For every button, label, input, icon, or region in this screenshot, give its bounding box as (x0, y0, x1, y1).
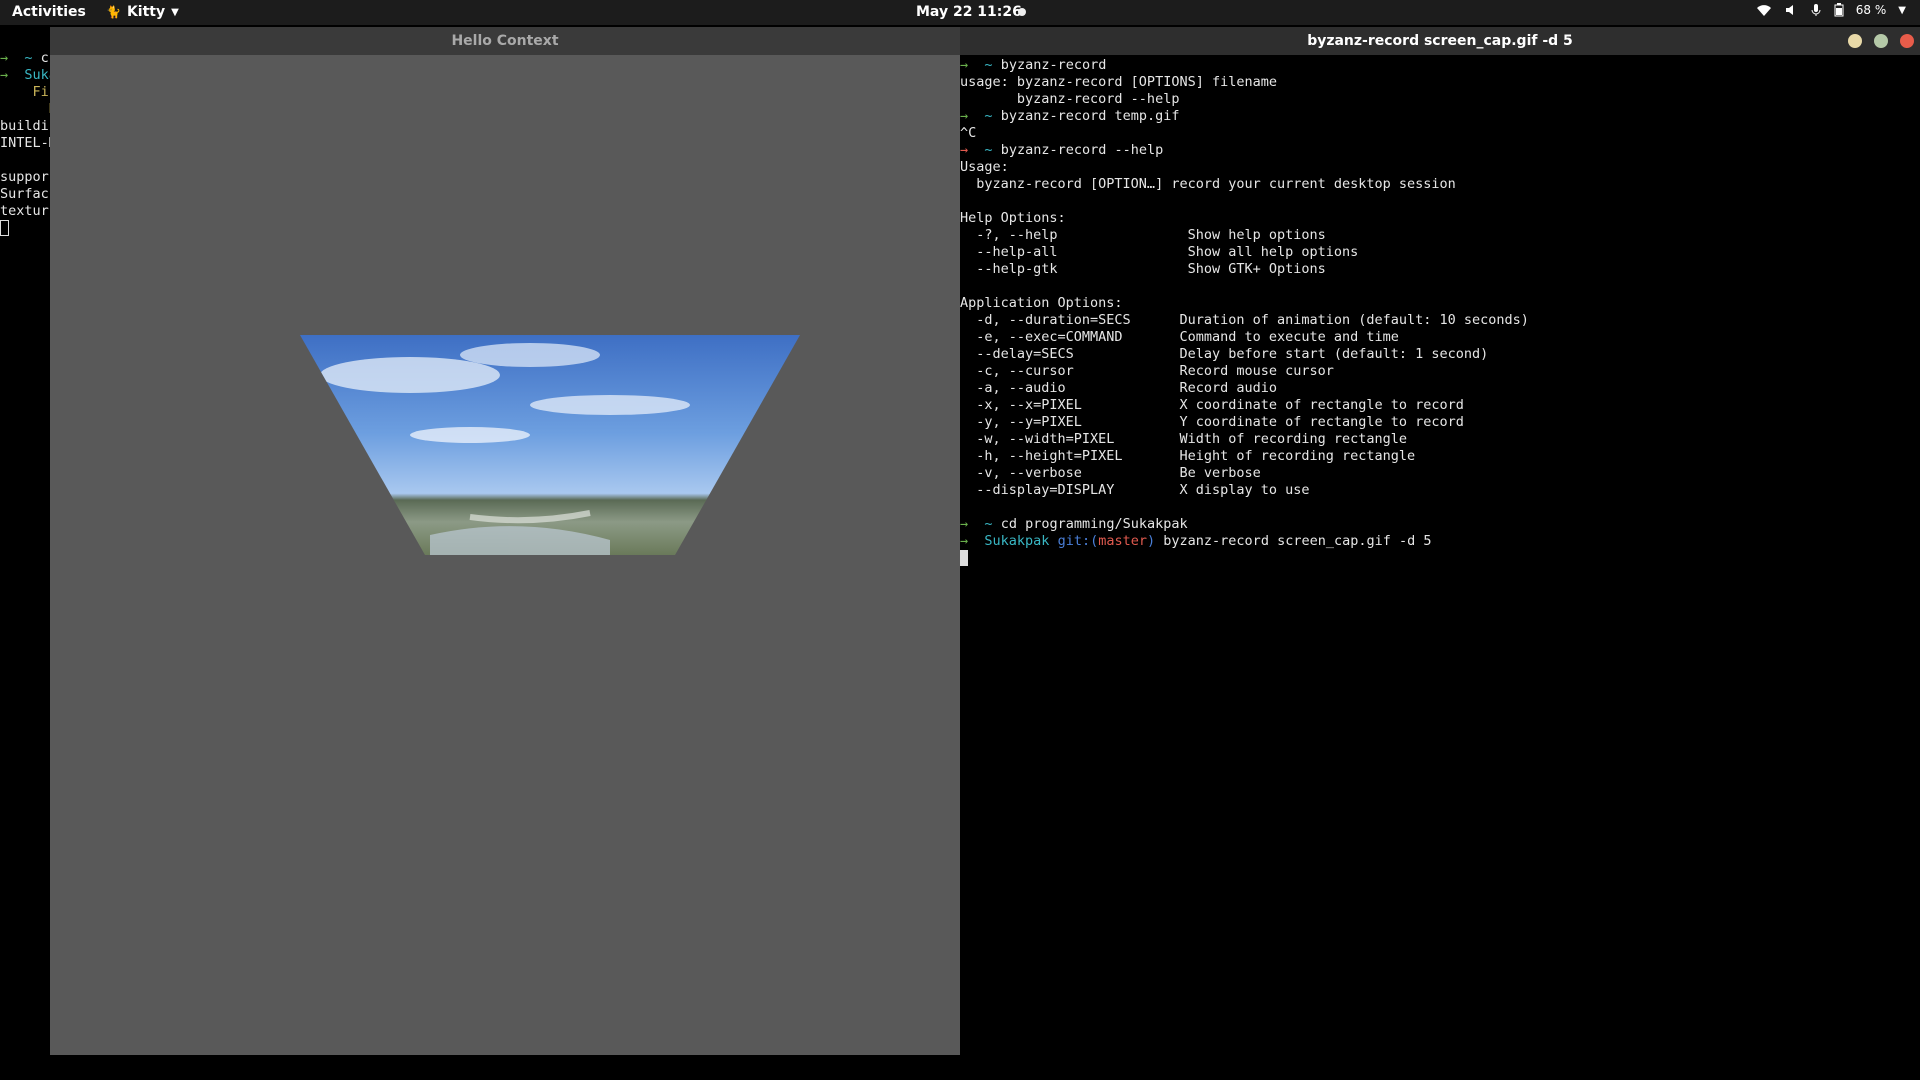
chevron-down-icon: ▼ (1898, 4, 1906, 16)
terminal-cursor (960, 550, 1529, 567)
terminal-line: byzanz-record [OPTION…] record your curr… (960, 176, 1456, 192)
terminal-line: -x, --x=PIXEL X coordinate of rectangle … (960, 397, 1464, 413)
prompt-command: byzanz-record --help (1000, 142, 1164, 158)
terminal-line: --display=DISPLAY X display to use (960, 482, 1310, 498)
terminal-line: -w, --width=PIXEL Width of recording rec… (960, 431, 1408, 447)
hello-context-window[interactable]: Hello Context (50, 27, 960, 1055)
prompt-command: byzanz-record temp.gif (1000, 108, 1180, 124)
terminal-line: → ~ cd programming/Sukakpak (960, 516, 1529, 533)
prompt-command: cd programming/Sukakpak (1000, 516, 1188, 532)
terminal-line: byzanz-record --help (960, 91, 1180, 107)
battery-percentage: 68 % (1855, 3, 1887, 17)
app-menu-label: Kitty (126, 4, 166, 20)
wifi-icon (1756, 3, 1772, 17)
microphone-icon (1810, 3, 1822, 17)
terminal-line: → ~ byzanz-record (960, 57, 1529, 74)
terminal-line: Application Options: (960, 295, 1123, 311)
clock[interactable]: May 22 11:26 (916, 4, 1022, 20)
git-branch: git:(master) (1057, 533, 1156, 549)
minimize-button[interactable] (1848, 34, 1862, 48)
chevron-down-icon: ▼ (171, 6, 179, 18)
terminal-line: --help-all Show all help options (960, 244, 1359, 260)
textured-trapezoid (300, 335, 800, 555)
terminal-line: -h, --height=PIXEL Height of recording r… (960, 448, 1416, 464)
close-button[interactable] (1900, 34, 1914, 48)
app-menu[interactable]: 🐈 Kitty ▼ (106, 4, 179, 20)
kitty-terminal-window[interactable]: byzanz-record screen_cap.gif -d 5 → ~ by… (960, 27, 1920, 1080)
terminal-line: --help-gtk Show GTK+ Options (960, 261, 1326, 277)
window-title: Hello Context (50, 27, 960, 55)
prompt-directory: ~ (984, 57, 993, 73)
top-bar: Activities 🐈 Kitty ▼ May 22 11:26 68 % ▼ (0, 0, 1920, 25)
kitty-cat-icon: 🐈 (106, 5, 121, 19)
prompt-directory: Sukakpak (984, 533, 1050, 549)
activities-button[interactable]: Activities (12, 4, 86, 20)
prompt-arrow: → (960, 516, 969, 532)
terminal-line: → ~ byzanz-record temp.gif (960, 108, 1529, 125)
terminal-line: -d, --duration=SECS Duration of animatio… (960, 312, 1529, 328)
prompt-arrow: → (960, 533, 969, 549)
prompt-arrow: → (960, 108, 969, 124)
terminal-line: Usage: (960, 159, 1009, 175)
prompt-directory: ~ (984, 142, 993, 158)
system-tray[interactable]: 68 % ▼ (1756, 3, 1906, 17)
prompt-arrow: → (960, 142, 969, 158)
window-title: byzanz-record screen_cap.gif -d 5 (1307, 33, 1573, 49)
terminal-line: -a, --audio Record audio (960, 380, 1277, 396)
notification-dot-icon (1018, 8, 1026, 16)
terminal-line: -e, --exec=COMMAND Command to execute an… (960, 329, 1399, 345)
terminal-line: --delay=SECS Delay before start (default… (960, 346, 1489, 362)
prompt-arrow: → (960, 57, 969, 73)
volume-icon (1784, 3, 1798, 17)
render-canvas[interactable] (50, 55, 960, 1055)
terminal-line: -c, --cursor Record mouse cursor (960, 363, 1334, 379)
maximize-button[interactable] (1874, 34, 1888, 48)
window-controls (1848, 34, 1914, 48)
terminal-line: -?, --help Show help options (960, 227, 1326, 243)
terminal-line: → Sukakpak git:(master) byzanz-record sc… (960, 533, 1529, 550)
prompt-command: byzanz-record (1000, 57, 1107, 73)
terminal-line: Help Options: (960, 210, 1066, 226)
terminal-line: → ~ byzanz-record --help (960, 142, 1529, 159)
terminal-line: -y, --y=PIXEL Y coordinate of rectangle … (960, 414, 1464, 430)
terminal-output[interactable]: → ~ byzanz-record usage: byzanz-record [O… (960, 57, 1529, 567)
prompt-directory: ~ (984, 108, 993, 124)
terminal-line: -v, --verbose Be verbose (960, 465, 1261, 481)
window-titlebar: byzanz-record screen_cap.gif -d 5 (960, 27, 1920, 55)
terminal-line: usage: byzanz-record [OPTIONS] filename (960, 74, 1277, 90)
prompt-command: byzanz-record screen_cap.gif -d 5 (1163, 533, 1432, 549)
battery-icon (1834, 3, 1844, 17)
prompt-directory: ~ (984, 516, 993, 532)
terminal-line: ^C (960, 125, 977, 141)
